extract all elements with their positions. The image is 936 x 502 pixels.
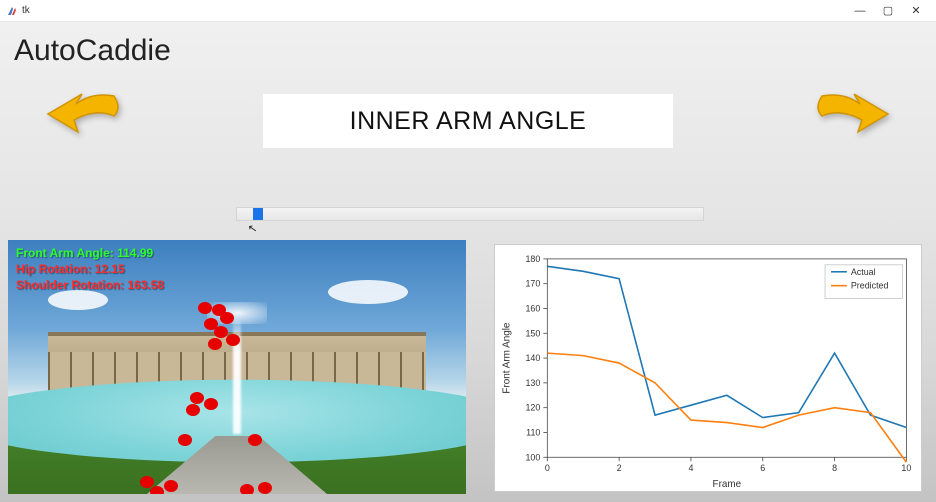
svg-text:180: 180: [525, 254, 540, 264]
overlay-shoulder-rotation: Shoulder Rotation: 163.58: [16, 278, 164, 292]
svg-text:170: 170: [525, 279, 540, 289]
svg-text:100: 100: [525, 452, 540, 462]
pose-keypoint: [164, 480, 178, 492]
svg-text:Frame: Frame: [713, 479, 742, 490]
svg-text:160: 160: [525, 303, 540, 313]
svg-text:2: 2: [617, 463, 622, 473]
overlay-label: Shoulder Rotation:: [16, 278, 124, 292]
svg-text:110: 110: [526, 427, 540, 437]
prev-arrow-button[interactable]: [42, 88, 130, 155]
svg-text:6: 6: [760, 463, 765, 473]
pose-keypoint: [150, 486, 164, 494]
pose-keypoint: [190, 392, 204, 404]
svg-text:Actual: Actual: [851, 267, 876, 277]
window-minimize-button[interactable]: —: [846, 2, 874, 20]
window-titlebar: tk — ▢ ✕: [0, 0, 936, 22]
overlay-front-arm-angle: Front Arm Angle: 114.99: [16, 246, 153, 260]
svg-text:10: 10: [901, 463, 911, 473]
pose-keypoint: [208, 338, 222, 350]
pose-keypoint: [178, 434, 192, 446]
overlay-label: Hip Rotation:: [16, 262, 91, 276]
overlay-value: 114.99: [117, 246, 153, 260]
tk-feather-icon: [6, 5, 18, 17]
overlay-hip-rotation: Hip Rotation: 12.15: [16, 262, 125, 276]
pose-keypoint: [240, 484, 254, 494]
pose-keypoint: [186, 404, 200, 416]
window-maximize-button[interactable]: ▢: [874, 2, 902, 20]
arrow-right-icon: [806, 88, 894, 150]
arrow-left-icon: [42, 88, 130, 150]
pose-keypoint: [226, 334, 240, 346]
chart-panel: 100 110 120 130 140 150 160 170 180 0 2 4 6 8 10 Frame F…: [494, 244, 922, 492]
scene-cloud: [328, 280, 408, 304]
svg-text:0: 0: [545, 463, 550, 473]
scene-cloud: [48, 290, 108, 310]
pose-keypoint: [204, 398, 218, 410]
svg-text:8: 8: [832, 463, 837, 473]
window-close-button[interactable]: ✕: [902, 2, 930, 20]
svg-text:4: 4: [688, 463, 693, 473]
window-title: tk: [22, 5, 30, 16]
svg-text:120: 120: [525, 403, 540, 413]
pose-keypoint: [220, 312, 234, 324]
pose-keypoint: [248, 434, 262, 446]
video-preview: Front Arm Angle: 114.99 Hip Rotation: 12…: [8, 240, 466, 494]
svg-text:Predicted: Predicted: [851, 281, 889, 291]
app-title: AutoCaddie: [14, 34, 171, 68]
scene-fountain: [233, 314, 241, 434]
pose-keypoint: [258, 482, 272, 494]
line-chart: 100 110 120 130 140 150 160 170 180 0 2 4 6 8 10 Frame F…: [495, 245, 921, 491]
svg-text:130: 130: [525, 378, 540, 388]
svg-text:Front Arm Angle: Front Arm Angle: [502, 322, 513, 394]
app-root: AutoCaddie INNER ARM ANGLE ↖ Front: [0, 22, 936, 502]
next-arrow-button[interactable]: [806, 88, 894, 155]
metric-heading: INNER ARM ANGLE: [263, 94, 673, 148]
svg-text:150: 150: [525, 328, 540, 338]
overlay-value: 163.58: [127, 278, 164, 292]
mouse-cursor-icon: ↖: [247, 221, 258, 235]
overlay-value: 12.15: [95, 262, 125, 276]
slider-track: [236, 207, 704, 221]
pose-keypoint: [198, 302, 212, 314]
frame-slider[interactable]: [236, 207, 704, 221]
svg-text:140: 140: [525, 353, 540, 363]
slider-thumb[interactable]: [253, 208, 263, 220]
overlay-label: Front Arm Angle:: [16, 246, 114, 260]
